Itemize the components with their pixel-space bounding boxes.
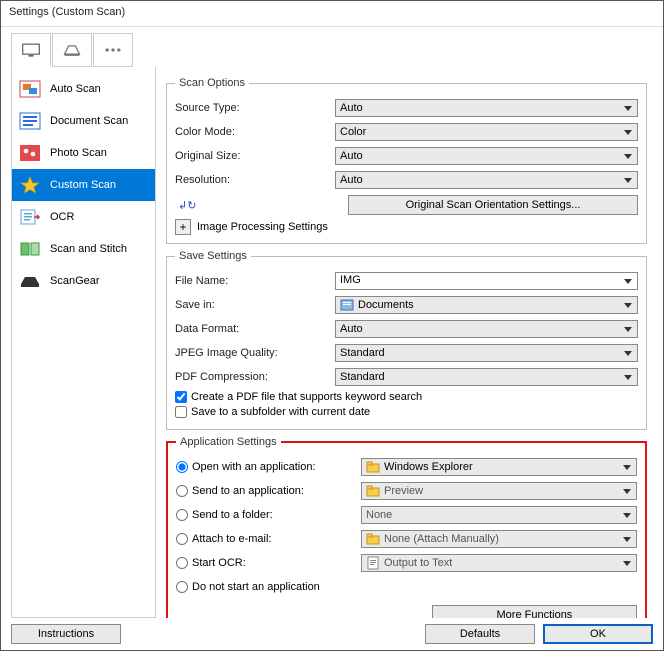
more-functions-button[interactable]: More Functions <box>432 605 637 618</box>
ok-button[interactable]: OK <box>543 624 653 644</box>
attach-email-radio[interactable] <box>176 533 188 545</box>
documents-folder-icon <box>340 298 354 312</box>
send-app-label: Send to an application: <box>192 485 304 497</box>
send-app-combo[interactable]: Preview <box>361 482 637 500</box>
sidebar-item-auto-scan[interactable]: Auto Scan <box>12 73 155 105</box>
resolution-label: Resolution: <box>175 174 335 186</box>
data-format-label: Data Format: <box>175 323 335 335</box>
folder-icon <box>366 532 380 546</box>
save-settings-group: Save Settings File Name: IMG Save in: Do… <box>166 250 647 430</box>
sidebar-item-photo-scan[interactable]: Photo Scan <box>12 137 155 169</box>
original-size-label: Original Size: <box>175 150 335 162</box>
stitch-icon <box>18 239 42 259</box>
sidebar-item-document-scan[interactable]: Document Scan <box>12 105 155 137</box>
send-folder-label: Send to a folder: <box>192 509 273 521</box>
pdf-keyword-checkbox[interactable] <box>175 391 187 403</box>
sidebar-item-label: Auto Scan <box>50 83 101 95</box>
expand-image-processing-button[interactable]: + <box>175 219 191 235</box>
attach-email-label: Attach to e-mail: <box>192 533 271 545</box>
sidebar: Auto Scan Document Scan Photo Scan Custo… <box>11 67 156 618</box>
pdf-keyword-label: Create a PDF file that supports keyword … <box>191 391 422 403</box>
output-text-icon <box>366 556 380 570</box>
send-folder-radio[interactable] <box>176 509 188 521</box>
start-ocr-radio[interactable] <box>176 557 188 569</box>
scan-options-legend: Scan Options <box>175 77 249 89</box>
attach-email-combo[interactable]: None (Attach Manually) <box>361 530 637 548</box>
orientation-settings-button[interactable]: Original Scan Orientation Settings... <box>348 195 638 215</box>
sidebar-item-label: Photo Scan <box>50 147 107 159</box>
resolution-combo[interactable]: Auto <box>335 171 638 189</box>
open-app-combo[interactable]: Windows Explorer <box>361 458 637 476</box>
auto-scan-icon <box>18 79 42 99</box>
save-settings-legend: Save Settings <box>175 250 251 262</box>
color-mode-label: Color Mode: <box>175 126 335 138</box>
sidebar-item-scangear[interactable]: ScanGear <box>12 265 155 297</box>
save-in-combo[interactable]: Documents <box>335 296 638 314</box>
sidebar-item-label: ScanGear <box>50 275 100 287</box>
content-pane: Scan Options Source Type: Auto Color Mod… <box>156 67 653 618</box>
save-in-label: Save in: <box>175 299 335 311</box>
sidebar-item-custom-scan[interactable]: Custom Scan <box>12 169 155 201</box>
color-mode-combo[interactable]: Color <box>335 123 638 141</box>
dont-start-radio[interactable] <box>176 581 188 593</box>
application-settings-legend: Application Settings <box>176 436 281 448</box>
scangear-icon <box>18 271 42 291</box>
start-ocr-combo[interactable]: Output to Text <box>361 554 637 572</box>
source-type-label: Source Type: <box>175 102 335 114</box>
defaults-button[interactable]: Defaults <box>425 624 535 644</box>
photo-scan-icon <box>18 143 42 163</box>
instructions-button[interactable]: Instructions <box>11 624 121 644</box>
jpeg-quality-combo[interactable]: Standard <box>335 344 638 362</box>
toolbar-tabs <box>1 27 663 67</box>
sidebar-item-label: Custom Scan <box>50 179 116 191</box>
pdf-compression-combo[interactable]: Standard <box>335 368 638 386</box>
open-app-radio[interactable] <box>176 461 188 473</box>
document-scan-icon <box>18 111 42 131</box>
source-type-combo[interactable]: Auto <box>335 99 638 117</box>
file-name-input[interactable]: IMG <box>335 272 638 290</box>
send-app-radio[interactable] <box>176 485 188 497</box>
settings-window: Settings (Custom Scan) Auto Scan Documen… <box>0 0 664 651</box>
tab-scan-from-computer[interactable] <box>11 33 51 67</box>
file-name-label: File Name: <box>175 275 335 287</box>
scan-options-group: Scan Options Source Type: Auto Color Mod… <box>166 77 647 244</box>
sidebar-item-ocr[interactable]: OCR <box>12 201 155 233</box>
data-format-combo[interactable]: Auto <box>335 320 638 338</box>
windows-explorer-icon <box>366 460 380 474</box>
send-folder-combo[interactable]: None <box>361 506 637 524</box>
application-settings-group: Application Settings Open with an applic… <box>166 436 647 618</box>
tab-general-settings[interactable] <box>93 33 133 67</box>
subfolder-checkbox[interactable] <box>175 406 187 418</box>
preview-icon <box>366 484 380 498</box>
sidebar-item-label: Document Scan <box>50 115 128 127</box>
subfolder-label: Save to a subfolder with current date <box>191 406 370 418</box>
original-size-combo[interactable]: Auto <box>335 147 638 165</box>
custom-scan-icon <box>18 175 42 195</box>
footer: Instructions Defaults OK <box>1 618 663 650</box>
image-processing-label: Image Processing Settings <box>197 221 328 233</box>
jpeg-quality-label: JPEG Image Quality: <box>175 347 335 359</box>
open-app-label: Open with an application: <box>192 461 316 473</box>
start-ocr-label: Start OCR: <box>192 557 246 569</box>
pdf-compression-label: PDF Compression: <box>175 371 335 383</box>
sidebar-item-label: Scan and Stitch <box>50 243 127 255</box>
sidebar-item-label: OCR <box>50 211 74 223</box>
window-title: Settings (Custom Scan) <box>1 1 663 27</box>
ocr-icon <box>18 207 42 227</box>
orientation-icon: ↲↻ <box>175 198 199 213</box>
sidebar-item-scan-and-stitch[interactable]: Scan and Stitch <box>12 233 155 265</box>
dont-start-label: Do not start an application <box>192 581 320 593</box>
tab-scan-from-operation-panel[interactable] <box>52 33 92 67</box>
